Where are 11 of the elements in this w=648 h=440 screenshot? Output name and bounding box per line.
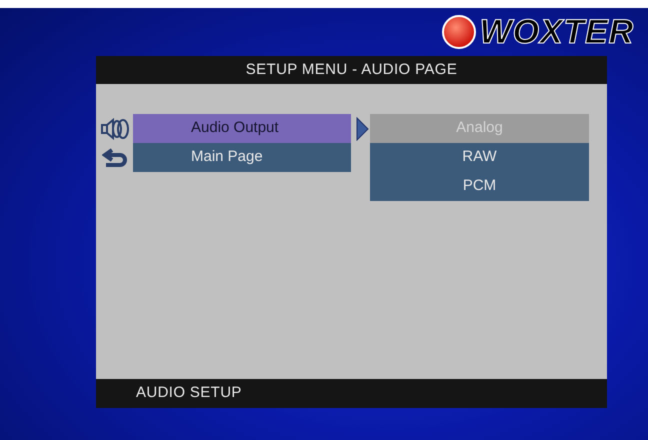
menu-item[interactable]: Audio Output: [133, 114, 351, 143]
logo-emblem-icon: [442, 15, 476, 49]
return-arrow-icon: [102, 148, 128, 168]
pointer-arrow-icon: [356, 117, 369, 141]
dialog-title: SETUP MENU - AUDIO PAGE: [96, 56, 607, 84]
option-item[interactable]: RAW: [370, 143, 589, 172]
menu-item[interactable]: Main Page: [133, 143, 351, 172]
option-item[interactable]: PCM: [370, 172, 589, 201]
footer-label: AUDIO SETUP: [96, 379, 607, 408]
brand-logo: WOXTER: [480, 15, 634, 49]
speaker-icon: [100, 118, 130, 140]
